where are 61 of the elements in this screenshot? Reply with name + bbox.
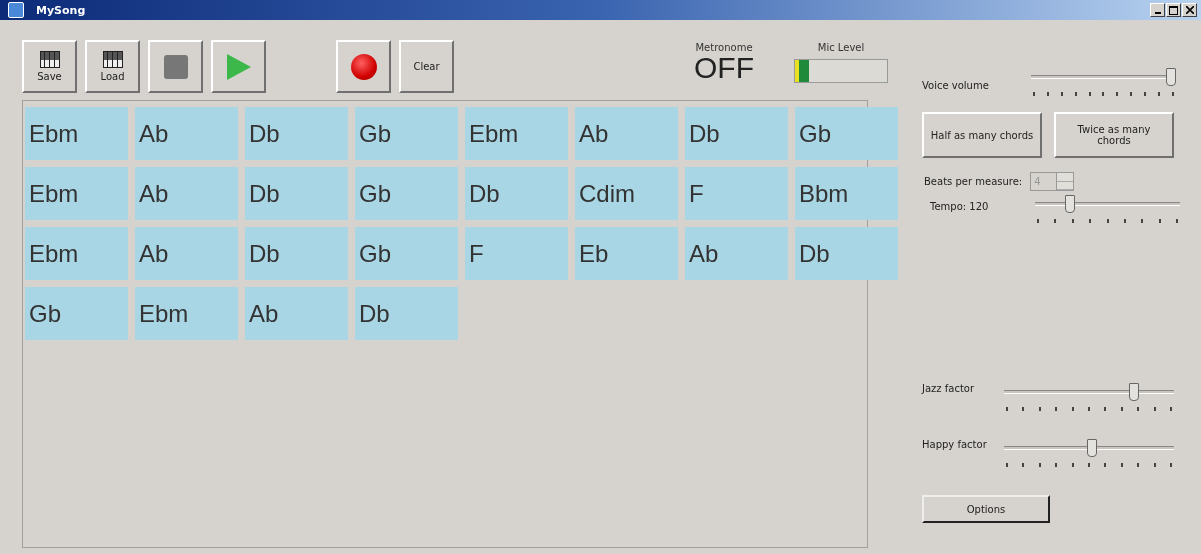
chord-count-button[interactable]: Half as many chords xyxy=(922,112,1042,158)
slider-thumb[interactable] xyxy=(1128,383,1139,401)
minimize-button[interactable] xyxy=(1150,3,1165,17)
chord-cell[interactable]: Eb xyxy=(575,227,678,280)
tempo-label: Tempo: 120 xyxy=(930,201,989,212)
chord-cell[interactable]: Db xyxy=(245,107,348,160)
chord-cell[interactable]: Ab xyxy=(135,167,238,220)
voice-volume-label: Voice volume xyxy=(922,80,989,91)
chord-cell[interactable]: Db xyxy=(465,167,568,220)
close-button[interactable] xyxy=(1182,3,1197,17)
slider-thumb[interactable] xyxy=(1087,439,1098,457)
chord-cell[interactable]: Bbm xyxy=(795,167,898,220)
chord-cell[interactable]: Ebm xyxy=(465,107,568,160)
close-icon xyxy=(1185,6,1194,14)
chord-cell[interactable]: F xyxy=(685,167,788,220)
chord-cell[interactable]: Gb xyxy=(795,107,898,160)
window-title: MySong xyxy=(36,3,86,17)
chord-cell[interactable]: Ebm xyxy=(25,107,128,160)
chord-cell[interactable]: F xyxy=(465,227,568,280)
chord-cell[interactable]: Gb xyxy=(355,227,458,280)
piano-keys-icon xyxy=(102,51,123,68)
chord-cell[interactable]: Ab xyxy=(575,107,678,160)
beats-per-measure-label: Beats per measure: xyxy=(924,176,1023,187)
stop-icon xyxy=(163,54,188,79)
chord-cell[interactable]: Db xyxy=(685,107,788,160)
record-button[interactable] xyxy=(336,40,391,93)
play-icon xyxy=(226,53,251,80)
metronome-label: Metronome xyxy=(695,42,753,53)
chord-cell[interactable]: Gb xyxy=(25,287,128,340)
chord-cell[interactable]: Db xyxy=(245,227,348,280)
spin-arrows-icon xyxy=(1056,173,1074,190)
mic-level-label: Mic Level xyxy=(817,42,865,53)
record-icon xyxy=(350,53,377,80)
maximize-button[interactable] xyxy=(1166,3,1181,17)
chord-cell[interactable]: Gb xyxy=(355,167,458,220)
chord-cell[interactable]: Ebm xyxy=(135,287,238,340)
chord-cell[interactable]: Ab xyxy=(685,227,788,280)
chord-cell[interactable]: Db xyxy=(795,227,898,280)
chord-cell[interactable]: Ebm xyxy=(25,167,128,220)
maximize-icon xyxy=(1169,5,1178,15)
toolbar-button[interactable]: Load xyxy=(85,40,140,93)
chord-cell[interactable]: Ab xyxy=(135,107,238,160)
chord-cell[interactable]: Gb xyxy=(355,107,458,160)
chord-cell[interactable]: Db xyxy=(355,287,458,340)
metronome-status: OFF xyxy=(694,53,754,83)
play-button[interactable] xyxy=(211,40,266,93)
chord-cell[interactable]: Ab xyxy=(245,287,348,340)
chord-count-button[interactable]: Twice as many chords xyxy=(1054,112,1174,158)
stop-button[interactable] xyxy=(148,40,203,93)
happy-factor-label: Happy factor xyxy=(922,439,987,450)
chord-cell[interactable]: Ab xyxy=(135,227,238,280)
slider-thumb[interactable] xyxy=(1064,195,1075,213)
chord-cell[interactable]: Ebm xyxy=(25,227,128,280)
piano-keys-icon xyxy=(39,51,60,68)
clear-button[interactable]: Clear xyxy=(399,40,454,93)
jazz-factor-label: Jazz factor xyxy=(922,383,975,394)
options-button[interactable]: Options xyxy=(922,495,1050,523)
chord-cell[interactable]: Db xyxy=(245,167,348,220)
chord-cell[interactable]: Cdim xyxy=(575,167,678,220)
slider-thumb[interactable] xyxy=(1166,68,1176,86)
toolbar-button[interactable]: Save xyxy=(22,40,77,93)
